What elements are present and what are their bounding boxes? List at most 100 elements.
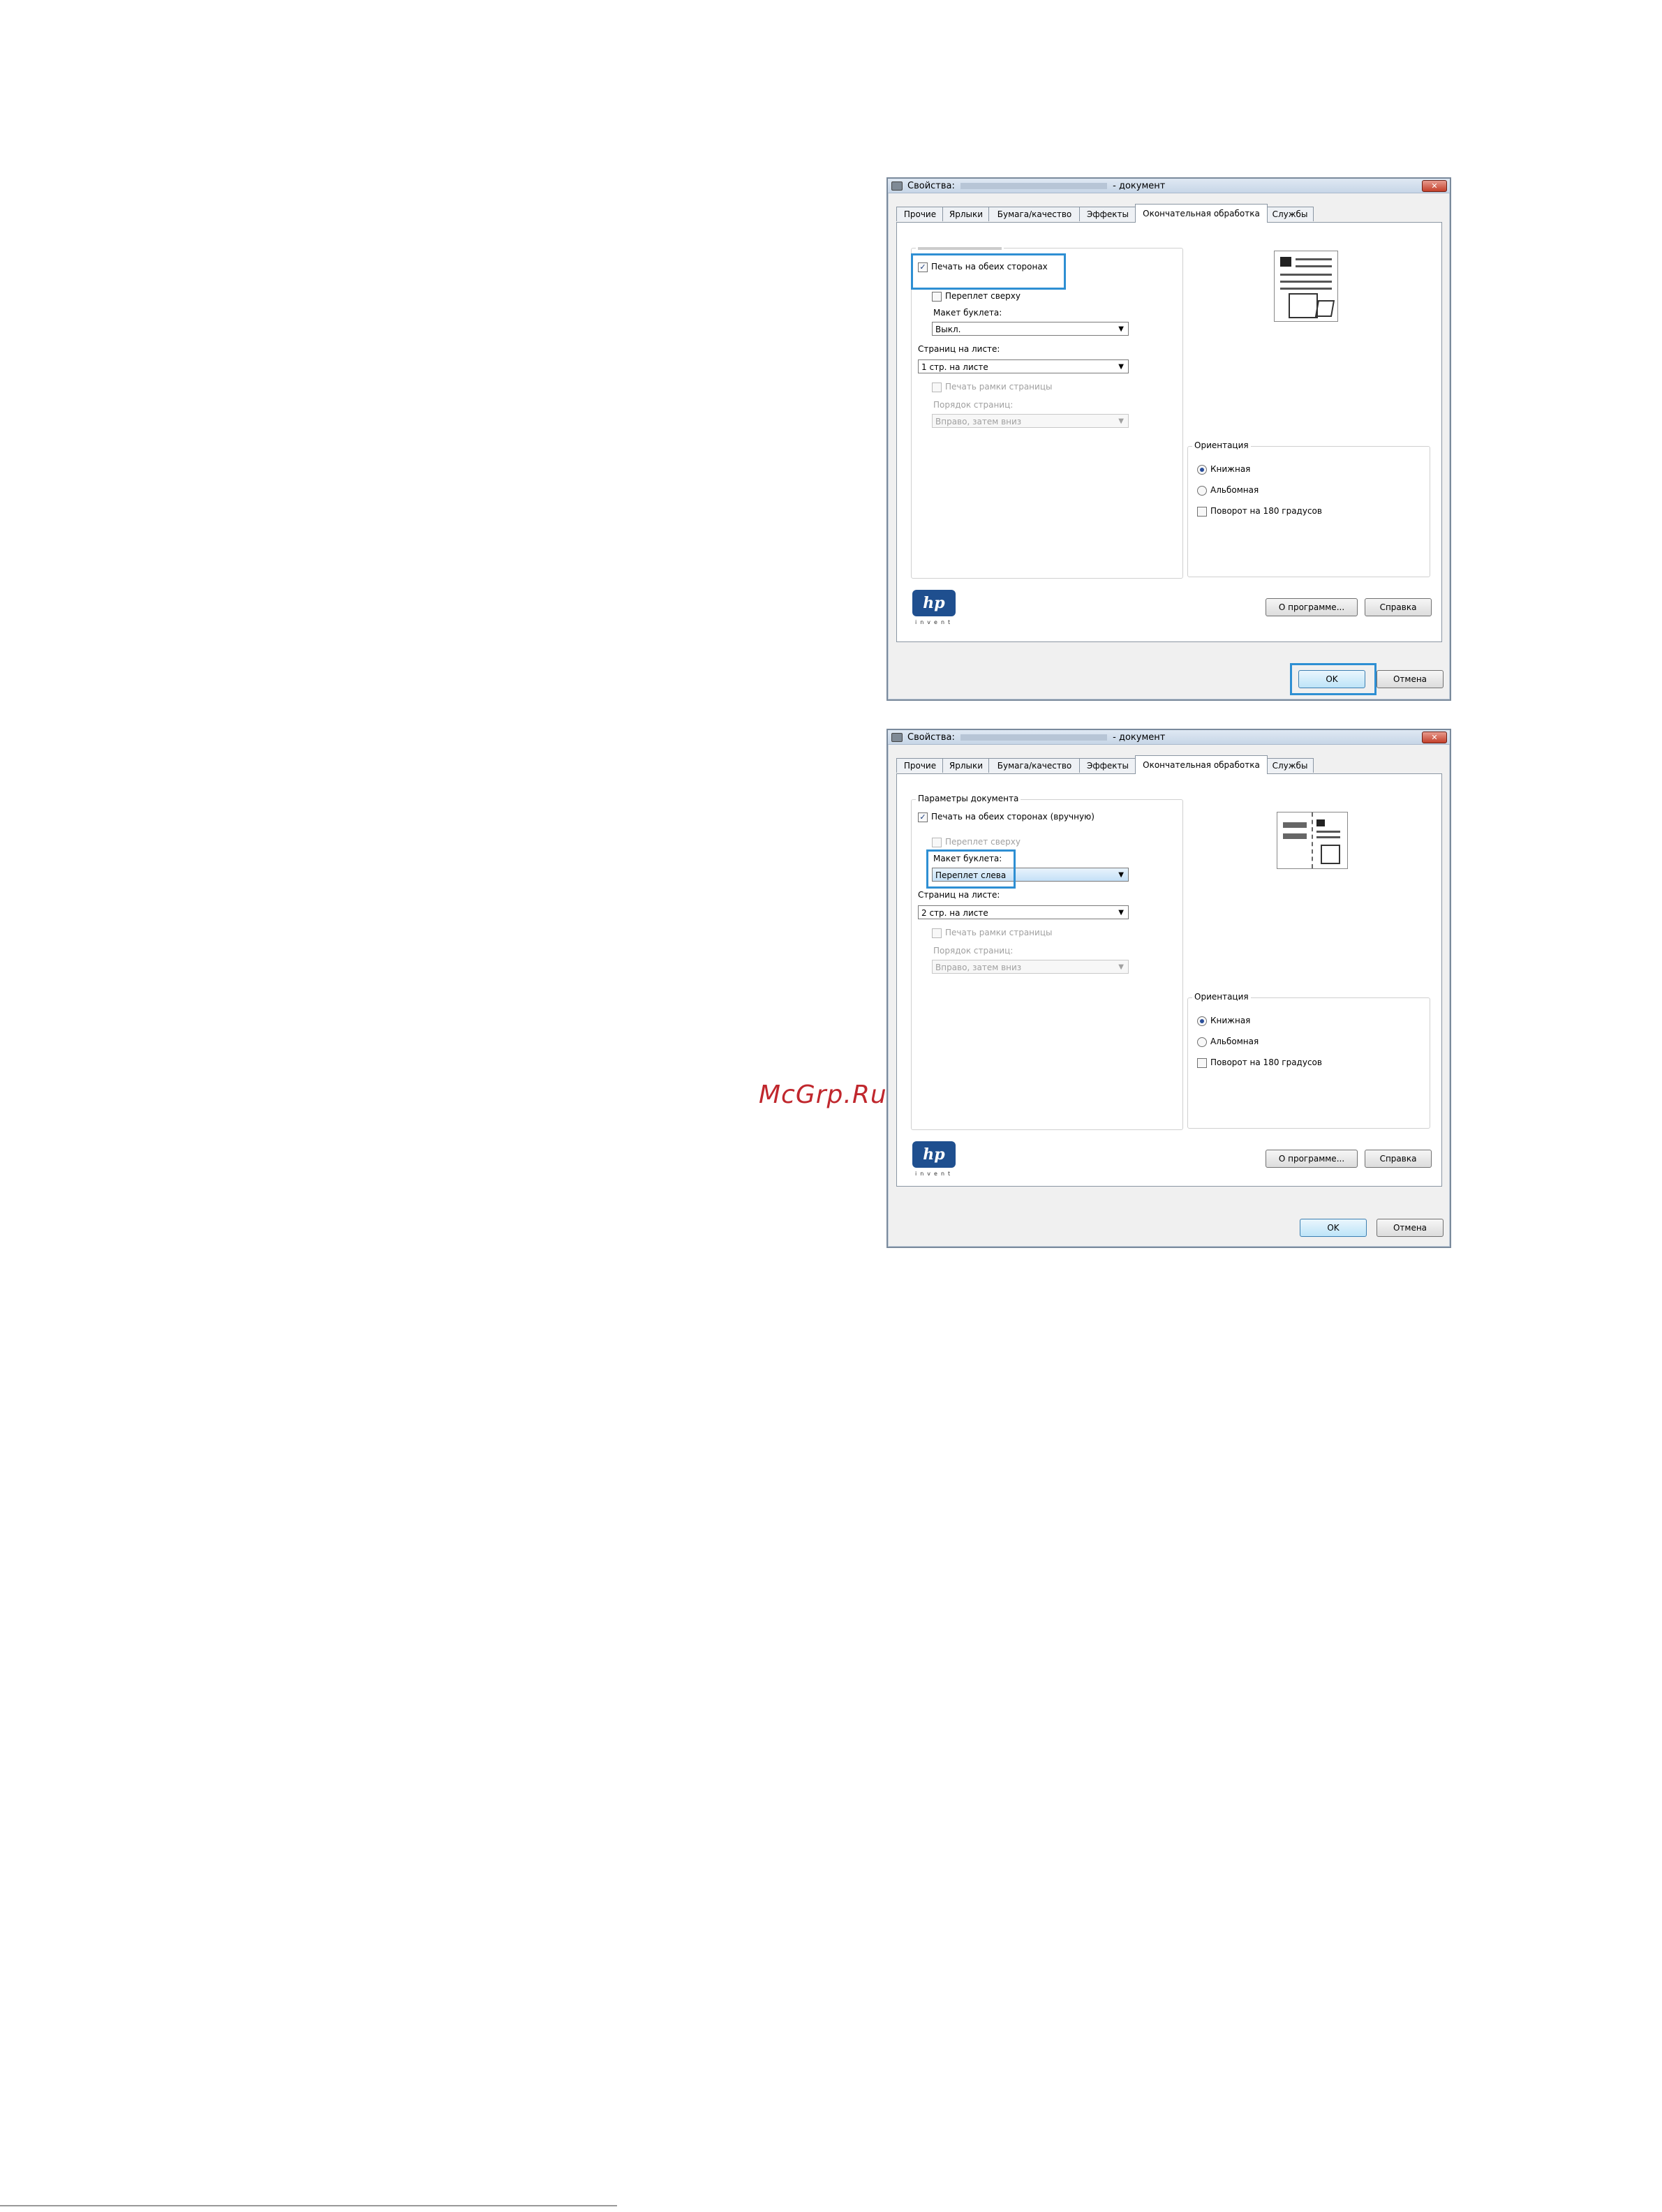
- title-suffix: - документ: [1113, 732, 1166, 743]
- text-block: [1283, 833, 1307, 839]
- orientation-legend: Ориентация: [1192, 992, 1251, 1002]
- tab-finishing[interactable]: Окончательная обработка: [1135, 755, 1268, 774]
- page-order-label: Порядок страниц:: [933, 946, 1014, 956]
- tab-other[interactable]: Прочие: [896, 758, 944, 773]
- flip-top-label: Переплет сверху: [945, 837, 1021, 847]
- pages-per-sheet-select[interactable]: 2 стр. на листе ▼: [918, 905, 1129, 919]
- tab-shortcuts[interactable]: Ярлыки: [942, 758, 990, 773]
- printer-icon: [891, 733, 903, 742]
- orientation-legend: Ориентация: [1192, 440, 1251, 450]
- pages-per-sheet-label: Страниц на листе:: [918, 890, 1000, 900]
- chevron-down-icon: ▼: [1118, 417, 1124, 425]
- page-border-option: Печать рамки страницы: [932, 928, 1052, 938]
- help-button[interactable]: Справка: [1365, 1150, 1432, 1168]
- tab-shortcuts[interactable]: Ярлыки: [942, 207, 990, 221]
- portrait-radio[interactable]: [1197, 1016, 1207, 1026]
- text-line: [1280, 288, 1332, 290]
- landscape-radio[interactable]: [1197, 485, 1207, 496]
- booklet-select[interactable]: Выкл. ▼: [932, 322, 1129, 336]
- page-curl-icon: [1314, 300, 1335, 317]
- rotate-label: Поворот на 180 градусов: [1210, 506, 1322, 516]
- hp-logo-mark: hp: [912, 590, 956, 616]
- tab-other[interactable]: Прочие: [896, 207, 944, 221]
- chart-thumbnail-icon: [1289, 293, 1318, 318]
- tab-finishing[interactable]: Окончательная обработка: [1135, 204, 1268, 223]
- title-bar: Свойства: - документ ✕: [888, 179, 1450, 193]
- title-prefix: Свойства:: [907, 181, 955, 191]
- tab-services[interactable]: Службы: [1266, 758, 1314, 773]
- rotate-option[interactable]: Поворот на 180 градусов: [1197, 506, 1322, 517]
- about-button[interactable]: О программе...: [1266, 1150, 1358, 1168]
- close-button[interactable]: ✕: [1422, 180, 1447, 192]
- group-legend: [916, 242, 1004, 252]
- pages-per-sheet-select[interactable]: 1 стр. на листе ▼: [918, 359, 1129, 373]
- hp-tagline: invent: [915, 1171, 954, 1177]
- tab-effects[interactable]: Эффекты: [1079, 758, 1136, 773]
- text-line: [1296, 258, 1332, 260]
- duplex-checkbox[interactable]: ✓: [918, 812, 928, 822]
- hp-logo: hp invent: [912, 590, 956, 625]
- flip-top-checkbox[interactable]: [932, 291, 942, 302]
- rotate-label: Поворот на 180 градусов: [1210, 1057, 1322, 1067]
- ok-button[interactable]: OK: [1300, 1219, 1367, 1237]
- cancel-button[interactable]: Отмена: [1377, 1219, 1444, 1237]
- letter-e-mark: [1316, 819, 1325, 826]
- page-border-option: Печать рамки страницы: [932, 382, 1052, 392]
- page-order-value: Вправо, затем вниз: [935, 417, 1022, 426]
- chevron-down-icon: ▼: [1118, 963, 1124, 971]
- text-line: [1280, 281, 1332, 283]
- page-border-label: Печать рамки страницы: [945, 382, 1053, 392]
- pages-per-sheet-value: 1 стр. на листе: [921, 362, 988, 372]
- text-line: [1280, 274, 1332, 276]
- printer-icon: [891, 181, 903, 191]
- hp-logo: hp invent: [912, 1141, 956, 1177]
- tab-services[interactable]: Службы: [1266, 207, 1314, 221]
- redacted-printer-name: [960, 183, 1108, 189]
- flip-top-label: Переплет сверху: [945, 291, 1021, 301]
- duplex-option[interactable]: ✓ Печать на обеих сторонах (вручную): [918, 812, 1095, 822]
- close-button[interactable]: ✕: [1422, 732, 1447, 743]
- portrait-label: Книжная: [1210, 464, 1251, 474]
- booklet-value: Выкл.: [935, 325, 961, 334]
- landscape-option[interactable]: Альбомная: [1197, 1037, 1259, 1047]
- chevron-down-icon: ▼: [1118, 909, 1124, 916]
- page-order-select: Вправо, затем вниз ▼: [932, 414, 1129, 428]
- tab-paper-quality[interactable]: Бумага/качество: [988, 207, 1081, 221]
- page-preview-icon: [1274, 251, 1338, 322]
- window-title: Свойства: - документ: [907, 181, 1165, 191]
- duplex-highlight: [911, 253, 1066, 290]
- rotate-checkbox[interactable]: [1197, 506, 1207, 517]
- title-prefix: Свойства:: [907, 732, 955, 743]
- page-order-select: Вправо, затем вниз ▼: [932, 960, 1129, 974]
- portrait-radio[interactable]: [1197, 464, 1207, 475]
- help-button[interactable]: Справка: [1365, 598, 1432, 616]
- rotate-option[interactable]: Поворот на 180 градусов: [1197, 1057, 1322, 1068]
- pages-per-sheet-value: 2 стр. на листе: [921, 908, 988, 918]
- about-button[interactable]: О программе...: [1266, 598, 1358, 616]
- page-curl-icon: [1321, 845, 1340, 864]
- pages-per-sheet-label: Страниц на листе:: [918, 344, 1000, 354]
- landscape-label: Альбомная: [1210, 485, 1259, 495]
- fold-line: [1312, 812, 1313, 868]
- tab-paper-quality[interactable]: Бумага/качество: [988, 758, 1081, 773]
- cancel-button[interactable]: Отмена: [1377, 670, 1444, 688]
- group-legend: Параметры документа: [916, 794, 1021, 803]
- landscape-radio[interactable]: [1197, 1037, 1207, 1047]
- tab-effects[interactable]: Эффекты: [1079, 207, 1136, 221]
- landscape-label: Альбомная: [1210, 1037, 1259, 1046]
- duplex-label: Печать на обеих сторонах (вручную): [931, 812, 1095, 822]
- printer-properties-dialog-1: Свойства: - документ ✕ Прочие Ярлыки Бум…: [886, 177, 1451, 701]
- text-block: [1283, 822, 1307, 828]
- hp-tagline: invent: [915, 619, 954, 625]
- page-border-checkbox: [932, 928, 942, 938]
- text-line: [1316, 836, 1340, 838]
- flip-top-option[interactable]: Переплет сверху: [932, 291, 1021, 302]
- rotate-checkbox[interactable]: [1197, 1057, 1207, 1068]
- landscape-option[interactable]: Альбомная: [1197, 485, 1259, 496]
- title-bar: Свойства: - документ ✕: [888, 730, 1450, 745]
- portrait-option[interactable]: Книжная: [1197, 1016, 1250, 1026]
- portrait-option[interactable]: Книжная: [1197, 464, 1250, 475]
- page-order-label: Порядок страниц:: [933, 400, 1014, 410]
- footer-rule: [0, 2205, 617, 2206]
- watermark-text: McGrp.Ru: [759, 1081, 887, 1109]
